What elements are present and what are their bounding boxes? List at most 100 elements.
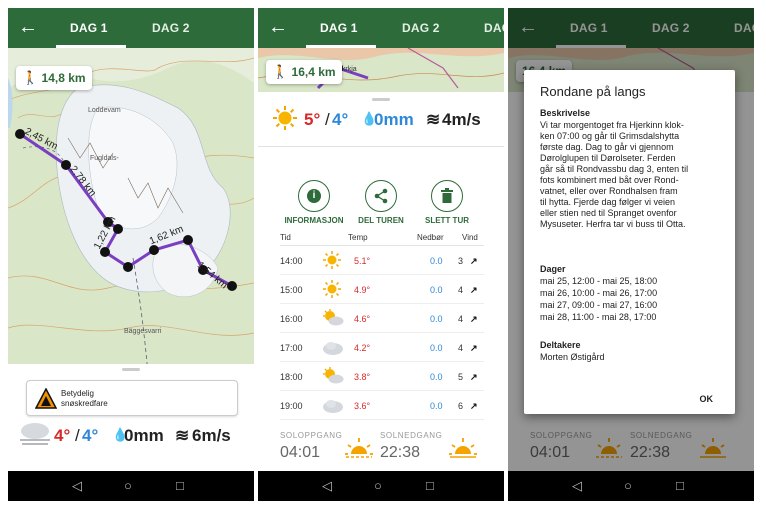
distance-chip[interactable]: 🚶 14,8 km (16, 66, 92, 90)
hourly-forecast-table: Tid Temp Nedbør Vind 14:00 5.1° 0.0 3 ↗ 15:00… (280, 230, 484, 420)
info-icon: i (307, 189, 321, 203)
precipitation-value: 0mm (124, 426, 164, 445)
temp-low: 4° (82, 426, 99, 445)
sunset-label: SOLNEDGANG (380, 431, 443, 440)
day-entry: mai 28, 11:00 - mai 28, 17:00 (540, 312, 657, 322)
col-time: Tid (280, 233, 291, 242)
participants-heading: Deltakere (540, 340, 581, 350)
temp-sep: / (75, 426, 80, 445)
row-wind: 6 (458, 401, 464, 411)
partly-cloudy-icon (322, 367, 344, 387)
nav-recents-icon[interactable]: □ (176, 478, 184, 493)
screen-map-day1: Loddevam Fugldals- Bäggesvarri 2,45 km 2… (8, 8, 254, 501)
share-label: DEL TUREN (358, 216, 404, 225)
sun-icon (322, 251, 342, 271)
nav-back-icon[interactable]: ◁ (322, 478, 332, 494)
row-wind: 5 (458, 372, 464, 382)
delete-label: SLETT TUR (425, 216, 469, 225)
tab-day-1[interactable]: DAG 1 (320, 21, 358, 35)
days-heading: Dager (540, 264, 566, 274)
tab-day-3[interactable]: DAG (484, 21, 504, 35)
row-temp: 3.8° (354, 372, 371, 382)
ok-button[interactable]: OK (700, 394, 714, 404)
cloudy-icon (322, 338, 344, 358)
map-place-label: Bäggesvarri (124, 328, 162, 335)
avalanche-warning-icon (35, 388, 57, 409)
row-temp: 5.1° (354, 256, 371, 266)
delete-trip-button[interactable]: SLETT TUR (410, 180, 484, 225)
forecast-row: 17:00 4.2° 0.0 4 ↗ (280, 333, 484, 362)
nav-recents-icon[interactable]: □ (426, 478, 434, 493)
share-icon (374, 188, 388, 204)
sun-icon (322, 280, 342, 300)
row-wind: 4 (458, 285, 464, 295)
app-bar: ← DAG 1 DAG 2 DAG (258, 8, 504, 48)
system-nav-bar: ◁ ○ □ (8, 471, 254, 501)
info-button[interactable]: i INFORMASJON (277, 180, 351, 225)
row-wind: 4 (458, 314, 464, 324)
app-bar: ← DAG 1 DAG 2 (8, 8, 254, 48)
nav-back-icon[interactable]: ◁ (72, 478, 82, 494)
partly-cloudy-icon (322, 309, 344, 329)
temp-sep: / (325, 110, 330, 129)
sunrise-label: SOLOPPGANG (280, 431, 343, 440)
warning-line-2: snøskredfare (61, 399, 108, 408)
topo-map[interactable]: Loddevam Fugldals- Bäggesvarri 2,45 km 2… (8, 48, 254, 374)
nav-recents-icon[interactable]: □ (676, 478, 684, 493)
tab-day-2[interactable]: DAG 2 (402, 21, 440, 35)
forecast-row: 15:00 4.9° 0.0 4 ↗ (280, 275, 484, 304)
wind-direction-icon: ↗ (470, 256, 478, 266)
temp-high: 4° (54, 426, 71, 445)
system-nav-bar: ◁ ○ □ (258, 471, 504, 501)
nav-home-icon[interactable]: ○ (624, 478, 632, 493)
nav-home-icon[interactable]: ○ (124, 478, 132, 493)
hiker-icon: 🚶 (22, 70, 39, 85)
tab-day-2[interactable]: DAG 2 (152, 21, 190, 35)
back-arrow-icon[interactable]: ← (268, 17, 288, 37)
drag-handle[interactable] (372, 98, 390, 101)
sunrise-icon (345, 438, 373, 458)
tab-day-1[interactable]: DAG 1 (70, 21, 108, 35)
row-time: 14:00 (280, 256, 303, 266)
drag-handle[interactable] (122, 368, 140, 371)
row-time: 18:00 (280, 372, 303, 382)
wind-direction-icon: ↗ (470, 285, 478, 295)
system-nav-bar: ◁ ○ □ (508, 471, 754, 501)
wind-direction-icon: ↗ (470, 401, 478, 411)
sunrise-time: 04:01 (280, 444, 321, 461)
description-text: Vi tar morgentoget fra Hjerkinn klok- ke… (540, 120, 689, 229)
row-precip: 0.0 (430, 343, 443, 353)
screen-trip-info-dialog: 16,4 km ← DAG 1 DAG 2 DAG SOLOPPGANG 04:… (508, 8, 754, 501)
trash-icon (441, 188, 453, 203)
avalanche-warning-card[interactable]: Betydelig snøskredfare (26, 380, 238, 416)
wind-value: 4m/s (442, 110, 481, 129)
description-heading: Beskrivelse (540, 108, 591, 118)
wind-direction-icon: ↗ (470, 314, 478, 324)
tab-indicator (306, 45, 376, 48)
share-button[interactable]: DEL TUREN (344, 180, 418, 225)
row-precip: 0.0 (430, 401, 443, 411)
row-precip: 0.0 (430, 256, 443, 266)
day-entry: mai 25, 12:00 - mai 25, 18:00 (540, 276, 658, 286)
col-precip: Nedbør (417, 233, 444, 242)
row-time: 16:00 (280, 314, 303, 324)
trip-info-dialog: Rondane på langs Beskrivelse Vi tar morg… (524, 70, 735, 414)
back-arrow-icon[interactable]: ← (18, 17, 38, 37)
sunset-time: 22:38 (380, 444, 421, 461)
nav-back-icon[interactable]: ◁ (572, 478, 582, 494)
row-time: 15:00 (280, 285, 303, 295)
table-header: Tid Temp Nedbør Vind (280, 230, 484, 246)
col-wind: Vind (462, 233, 478, 242)
row-temp: 4.2° (354, 343, 371, 353)
sun-icon (273, 106, 297, 130)
row-time: 17:00 (280, 343, 303, 353)
total-distance: 14,8 km (41, 71, 86, 85)
fog-cloud-icon (20, 423, 50, 445)
wind-direction-icon: ↗ (470, 343, 478, 353)
temp-high: 5° (304, 110, 321, 129)
row-wind: 4 (458, 343, 464, 353)
forecast-row: 19:00 3.6° 0.0 6 ↗ (280, 391, 484, 420)
nav-home-icon[interactable]: ○ (374, 478, 382, 493)
distance-chip[interactable]: 🚶 16,4 km (266, 60, 342, 84)
temp-low: 4° (332, 110, 349, 129)
